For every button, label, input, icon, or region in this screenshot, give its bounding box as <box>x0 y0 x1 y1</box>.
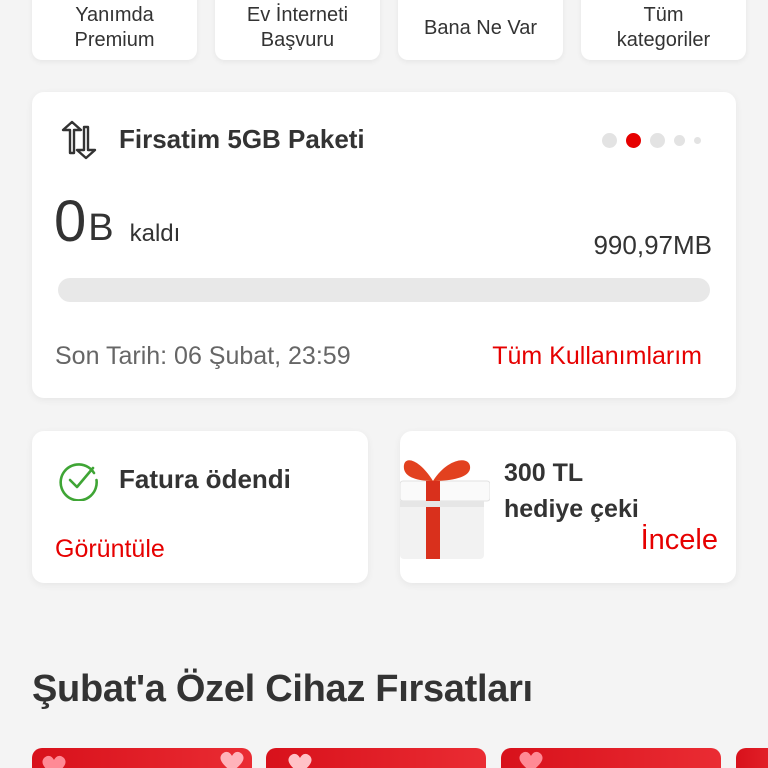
quick-link-all-categories[interactable]: Tüm kategoriler <box>581 0 746 60</box>
package-total: 990,97MB <box>593 230 712 260</box>
promo-card[interactable] <box>32 748 252 768</box>
heart-icon <box>40 754 68 768</box>
quick-link-label: Ev İnterneti Başvuru <box>246 4 349 51</box>
bill-card[interactable]: Fatura ödendi Görüntüle <box>32 431 368 583</box>
remaining-value: 0 <box>54 189 86 254</box>
gift-box-icon <box>400 451 491 561</box>
quick-link-offers[interactable]: Bana Ne Var <box>398 0 563 60</box>
gift-voucher-card[interactable]: 300 TL hediye çeki İncele <box>400 431 736 583</box>
heart-icon <box>517 750 545 768</box>
heart-icon <box>218 750 246 768</box>
inspect-gift-link[interactable]: İncele <box>641 524 718 557</box>
quick-link-label: Bana Ne Var <box>423 16 538 39</box>
heart-icon <box>286 752 314 768</box>
quick-link-label: Tüm kategoriler <box>616 4 711 51</box>
gift-title: 300 TL hediye çeki <box>504 455 639 527</box>
quick-link-premium[interactable]: Yanımda Premium <box>32 0 197 60</box>
promo-card[interactable] <box>266 748 486 768</box>
section-title: Şubat'a Özel Cihaz Fırsatları <box>32 668 533 710</box>
view-bill-link[interactable]: Görüntüle <box>55 535 165 564</box>
carousel-indicator[interactable] <box>602 132 701 148</box>
bill-status-title: Fatura ödendi <box>119 464 291 494</box>
package-title: Firsatim 5GB Paketi <box>119 124 365 154</box>
usage-progress-bar <box>58 278 710 302</box>
carousel-dot[interactable] <box>674 134 685 146</box>
quick-link-label: Yanımda Premium <box>74 4 155 51</box>
carousel-dot[interactable] <box>650 132 665 148</box>
remaining-unit: B <box>88 207 114 249</box>
remaining-suffix: kaldı <box>129 220 181 247</box>
carousel-dot[interactable] <box>694 136 701 144</box>
promo-card[interactable] <box>501 748 721 768</box>
promo-card[interactable] <box>736 748 768 768</box>
carousel-dot-active[interactable] <box>626 132 641 148</box>
data-transfer-icon <box>58 120 100 160</box>
all-usages-link[interactable]: Tüm Kullanımlarım <box>492 342 702 371</box>
remaining-amount: 0 B kaldı <box>54 190 180 254</box>
promo-carousel[interactable] <box>0 748 768 768</box>
check-circle-icon <box>58 459 100 502</box>
gift-description: hediye çeki <box>504 495 639 523</box>
package-card[interactable]: Firsatim 5GB Paketi 0 B kaldı 990,97MB S… <box>32 92 736 398</box>
quick-links-row: Yanımda Premium Ev İnterneti Başvuru Ban… <box>32 0 768 60</box>
gift-amount: 300 TL <box>504 459 584 487</box>
package-deadline: Son Tarih: 06 Şubat, 23:59 <box>55 342 351 370</box>
carousel-dot[interactable] <box>602 132 617 148</box>
quick-link-home-internet[interactable]: Ev İnterneti Başvuru <box>215 0 380 60</box>
